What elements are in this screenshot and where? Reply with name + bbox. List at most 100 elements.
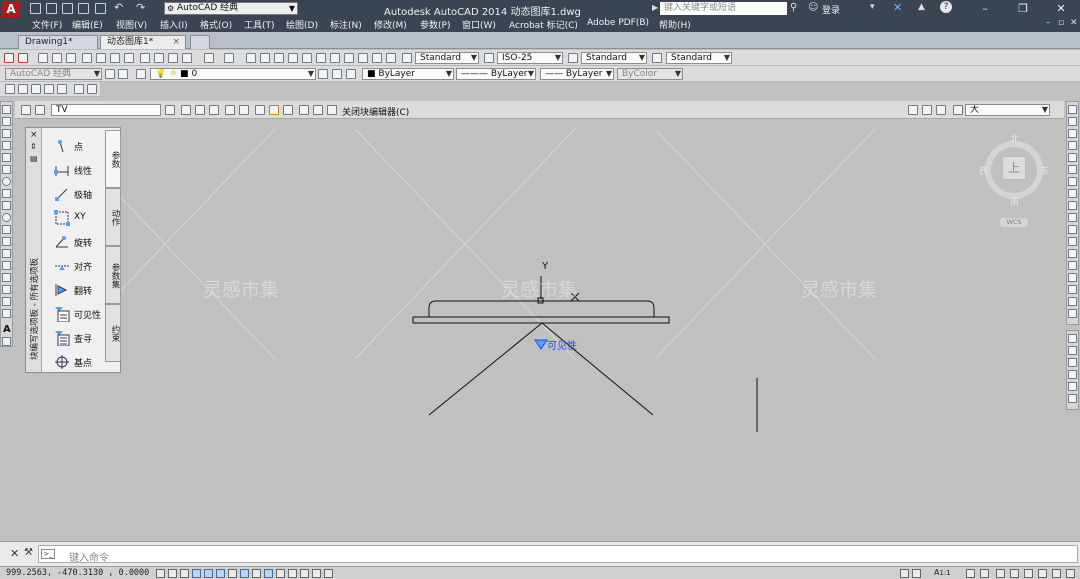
plot-icon[interactable]	[95, 3, 106, 14]
compass-south[interactable]: 南	[1010, 195, 1019, 208]
menu-format[interactable]: 格式(O)	[200, 18, 232, 31]
palette-autohide-icon[interactable]: ⇕	[30, 142, 37, 151]
3d-object-snap-icon[interactable]	[228, 569, 237, 578]
revision-cloud-icon[interactable]	[2, 189, 11, 198]
save-block-icon[interactable]	[35, 105, 45, 115]
constraint-bar-icon[interactable]	[209, 105, 219, 115]
chamfer-icon[interactable]	[1068, 273, 1077, 282]
explode-icon[interactable]	[1068, 309, 1077, 318]
annotation-monitor-icon[interactable]	[324, 569, 333, 578]
ellipse-arc-icon[interactable]	[2, 225, 11, 234]
lock-ui-icon[interactable]	[1010, 569, 1019, 578]
view-left-icon[interactable]	[31, 84, 41, 94]
transparency-icon[interactable]	[288, 569, 297, 578]
table-icon[interactable]	[2, 309, 11, 318]
properties-icon[interactable]	[302, 53, 312, 63]
stand-left-leg[interactable]	[428, 322, 543, 416]
markup-icon[interactable]	[358, 53, 368, 63]
close-tab-icon[interactable]: ×	[172, 36, 180, 48]
menu-parametric[interactable]: 参数(P)	[420, 18, 450, 31]
erase-icon[interactable]	[1068, 105, 1077, 114]
region-icon[interactable]	[2, 297, 11, 306]
close-block-editor-button[interactable]: 关闭块编辑器(C)	[342, 105, 409, 118]
3d-dwf-icon[interactable]	[124, 53, 134, 63]
visibility-state-select[interactable]: 大 ▼	[965, 104, 1050, 116]
pan-icon[interactable]	[246, 53, 256, 63]
command-input[interactable]: >_ 键入命令	[38, 545, 1078, 564]
view-front-icon[interactable]	[57, 84, 67, 94]
color-select[interactable]: ■ ByLayer ▼	[362, 68, 454, 80]
design-center-icon[interactable]	[316, 53, 326, 63]
view-right-icon[interactable]	[44, 84, 54, 94]
new-tab-button[interactable]	[190, 35, 210, 49]
customize-wrench-icon[interactable]: ⚒	[24, 547, 33, 558]
open-file-icon[interactable]	[46, 3, 57, 14]
save-as-icon[interactable]	[78, 3, 89, 14]
paste-icon[interactable]	[168, 53, 178, 63]
snap-mode-icon[interactable]	[168, 569, 177, 578]
menu-insert[interactable]: 插入(I)	[160, 18, 188, 31]
view-top-icon[interactable]	[5, 84, 15, 94]
visibility-parameter-label[interactable]: 可见性	[547, 337, 577, 352]
auto-constrain-icon[interactable]	[181, 105, 191, 115]
break-at-point-icon[interactable]	[1068, 237, 1077, 246]
stretch-icon[interactable]	[1068, 201, 1077, 210]
visibility-states-icon[interactable]	[908, 105, 918, 115]
make-block-icon[interactable]	[2, 249, 11, 258]
bring-to-front-icon[interactable]	[1068, 334, 1077, 343]
polyline-icon[interactable]	[2, 129, 11, 138]
block-geometry[interactable]	[412, 300, 758, 432]
viewcube-top-face[interactable]: 上	[1002, 156, 1026, 180]
view-nw-icon[interactable]	[87, 84, 97, 94]
menu-close-icon[interactable]: ✕	[1070, 18, 1078, 28]
plotstyle-select[interactable]: ByColor ▼	[617, 68, 683, 80]
annotation-scale[interactable]: A1:1	[934, 568, 951, 577]
drawing-canvas[interactable]: 灵感市集 灵感市集 灵感市集 Y 可见性	[15, 119, 1064, 540]
workspace-select[interactable]: ⚙ AutoCAD 经典 ▼	[164, 2, 298, 15]
menu-dimension[interactable]: 标注(N)	[330, 18, 362, 31]
tab-constraints[interactable]: 约束	[105, 304, 121, 362]
menu-edit[interactable]: 编辑(E)	[72, 18, 103, 31]
trim-icon[interactable]	[1068, 213, 1077, 222]
selection-cycling-icon[interactable]	[312, 569, 321, 578]
array-icon[interactable]	[1068, 153, 1077, 162]
workspace-settings-icon[interactable]	[105, 69, 115, 79]
recent-commands-icon[interactable]: >_	[41, 549, 55, 559]
menu-modify[interactable]: 修改(M)	[374, 18, 407, 31]
status-menu-icon[interactable]	[1052, 569, 1061, 578]
sheet-icon[interactable]	[4, 53, 14, 63]
tool-palettes-icon[interactable]	[330, 53, 340, 63]
save-icon[interactable]	[62, 3, 73, 14]
wcs-menu[interactable]: WCS	[1000, 218, 1028, 227]
layer-properties-icon[interactable]	[118, 69, 128, 79]
qnew-icon[interactable]	[38, 53, 48, 63]
make-invisible-icon[interactable]	[936, 105, 946, 115]
menu-tools[interactable]: 工具(T)	[244, 18, 275, 31]
send-under-icon[interactable]	[1068, 370, 1077, 379]
dim-style-select[interactable]: ISO-25 ▼	[497, 52, 563, 64]
linetype-select[interactable]: ——— ByLayer ▼	[456, 68, 536, 80]
tab-parameters[interactable]: 参数	[105, 130, 121, 188]
geometric-constraint-icon[interactable]	[195, 105, 205, 115]
menu-file[interactable]: 文件(F)	[32, 18, 62, 31]
point-icon[interactable]	[2, 261, 11, 270]
add-selected-icon[interactable]	[2, 337, 11, 346]
text-style-icon[interactable]	[402, 53, 412, 63]
object-snap-icon[interactable]	[216, 569, 225, 578]
redo-icon[interactable]: ↷	[136, 1, 145, 14]
ellipse-icon[interactable]	[2, 213, 11, 222]
binoculars-icon[interactable]: ⚲	[790, 2, 797, 13]
visibility-mode-icon[interactable]	[953, 105, 963, 115]
compass-east[interactable]: 东	[1040, 164, 1049, 177]
auto-scale-icon[interactable]	[980, 569, 989, 578]
sheet-set-manager-icon[interactable]	[344, 53, 354, 63]
scale-icon[interactable]	[1068, 189, 1077, 198]
test-block-icon[interactable]	[165, 105, 175, 115]
user-icon[interactable]: ☺	[808, 2, 818, 13]
block-name-field[interactable]: TV	[51, 104, 161, 116]
match-properties-icon[interactable]	[182, 53, 192, 63]
search-input[interactable]: 键入关键字或短语	[660, 2, 787, 15]
layer-state-icon[interactable]	[136, 69, 146, 79]
menu-restore-icon[interactable]: ▫	[1058, 18, 1064, 28]
join-icon[interactable]	[1068, 261, 1077, 270]
